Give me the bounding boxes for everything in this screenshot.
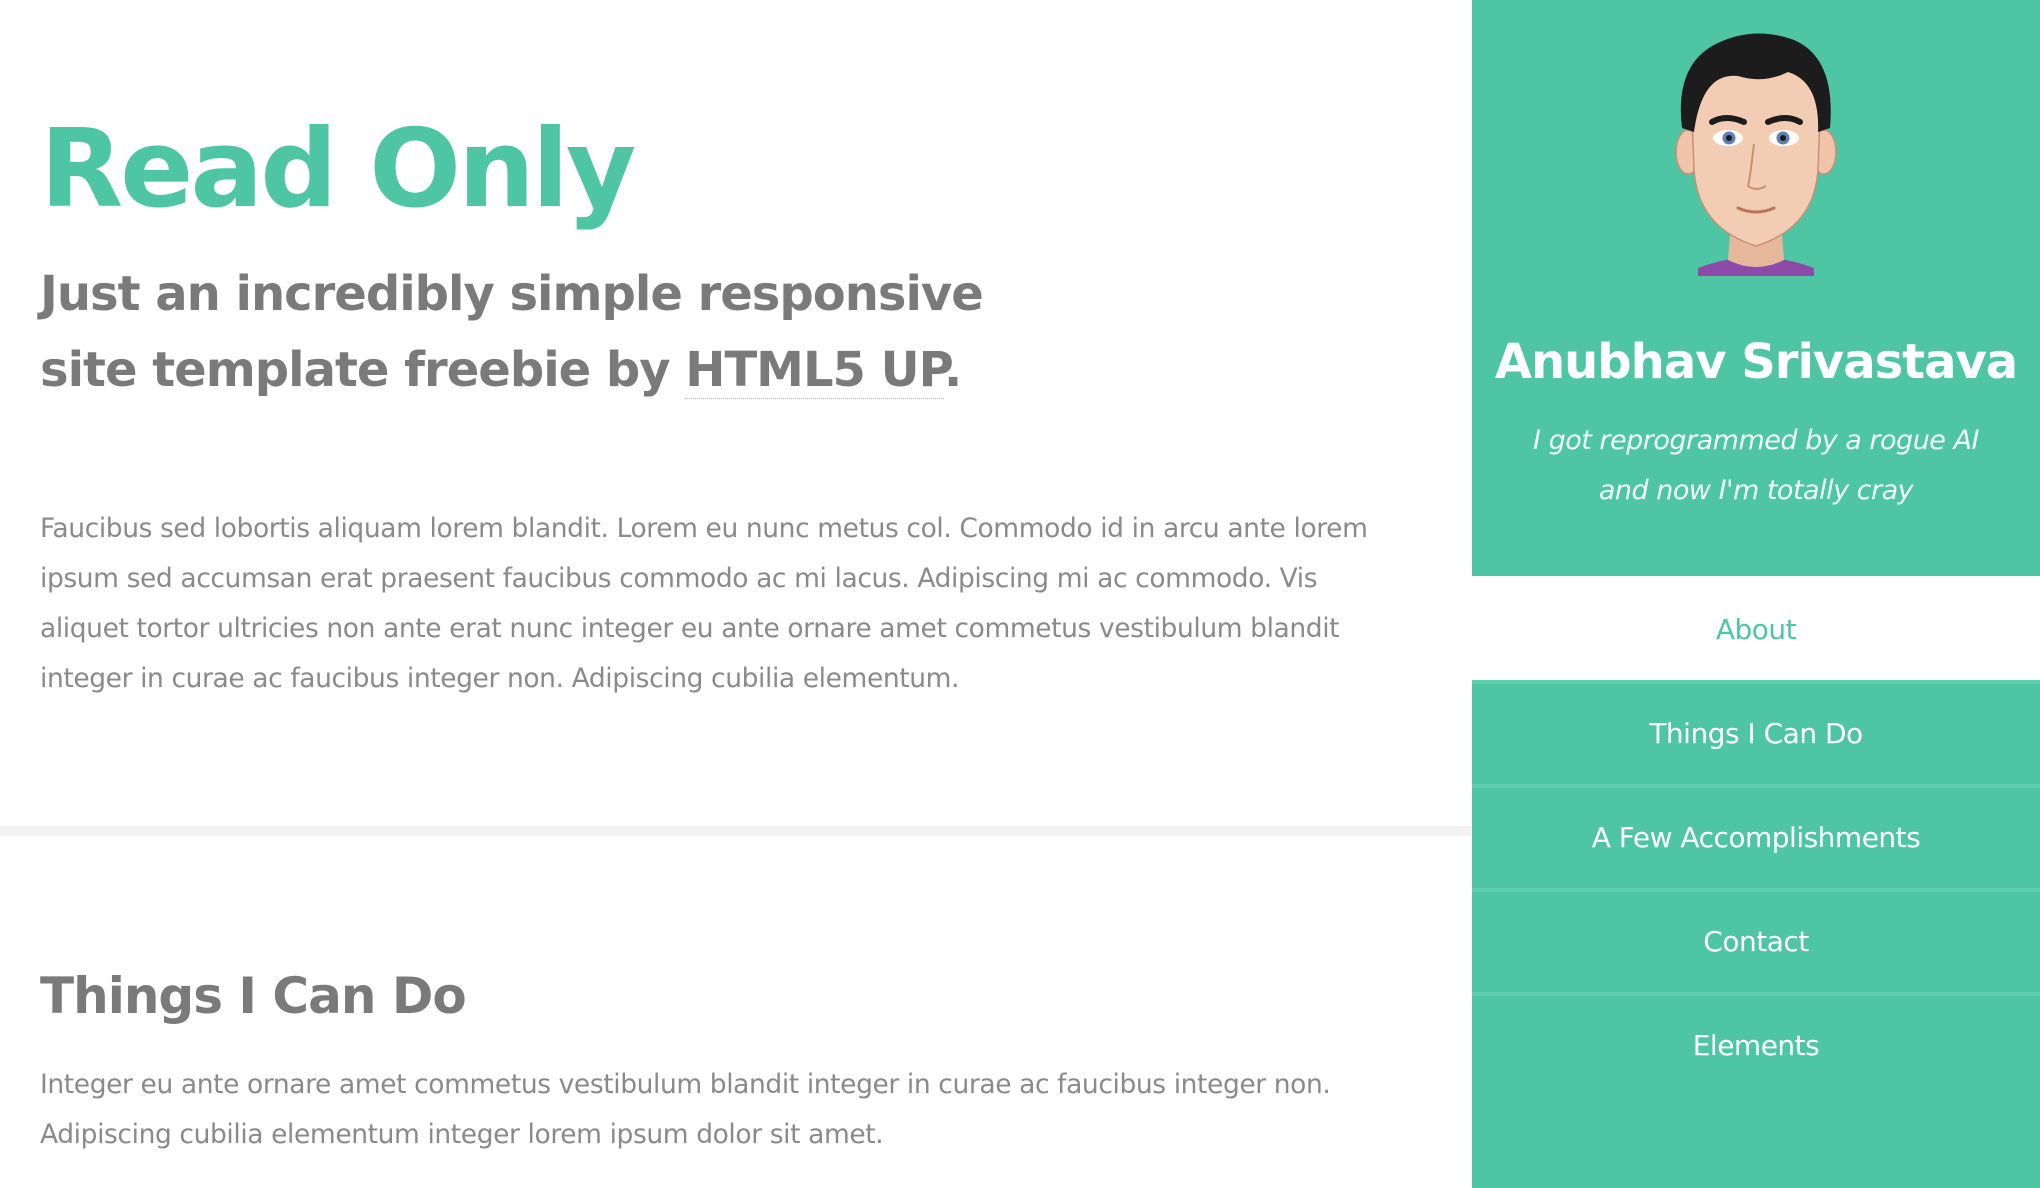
intro-paragraph: Faucibus sed lobortis aliquam lorem blan… bbox=[40, 513, 1368, 694]
sidebar-nav: About Things I Can Do A Few Accomplishme… bbox=[1472, 576, 2040, 1096]
sidebar: Anubhav Srivastava I got reprogrammed by… bbox=[1472, 0, 2040, 1188]
site-title: Read Only bbox=[40, 107, 636, 232]
tagline: Just an incredibly simple responsive sit… bbox=[40, 256, 1040, 408]
tagline-suffix: . bbox=[943, 342, 962, 398]
section-title: Things I Can Do bbox=[40, 967, 467, 1025]
nav-item-about[interactable]: About bbox=[1472, 576, 2040, 680]
main-content: Read Only Just an incredibly simple resp… bbox=[0, 0, 1472, 1188]
profile-name: Anubhav Srivastava bbox=[1494, 334, 2018, 390]
avatar bbox=[1675, 33, 1837, 276]
nav-item-elements[interactable]: Elements bbox=[1472, 992, 2040, 1096]
banner: Read Only Just an incredibly simple resp… bbox=[40, 108, 1420, 408]
nav-item-things-i-can-do[interactable]: Things I Can Do bbox=[1472, 680, 2040, 784]
nav-item-contact[interactable]: Contact bbox=[1472, 888, 2040, 992]
nav-item-accomplishments[interactable]: A Few Accomplishments bbox=[1472, 784, 2040, 888]
section-divider bbox=[0, 826, 1472, 836]
profile-bio: I got reprogrammed by a rogue AI and now… bbox=[1533, 425, 1979, 506]
html5up-link[interactable]: HTML5 UP bbox=[685, 342, 945, 399]
profile-header: Anubhav Srivastava I got reprogrammed by… bbox=[1472, 0, 2040, 576]
section-paragraph: Integer eu ante ornare amet commetus ves… bbox=[40, 1069, 1331, 1150]
